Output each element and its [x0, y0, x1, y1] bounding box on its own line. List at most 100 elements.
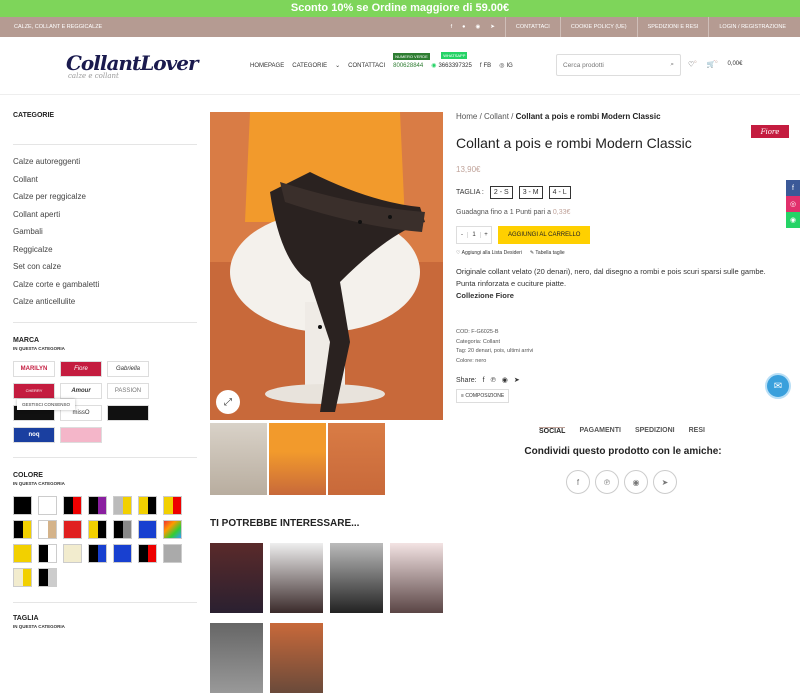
site-logo[interactable]: CollantLover calze e collant	[66, 51, 216, 80]
telegram-icon[interactable]: ➤	[514, 376, 520, 384]
qty-plus-button[interactable]: +	[481, 232, 491, 238]
color-swatch[interactable]	[38, 567, 57, 587]
color-swatch[interactable]	[63, 495, 82, 515]
sidebar-category[interactable]: Calze per reggicalze	[13, 192, 197, 210]
color-swatch[interactable]	[38, 543, 57, 563]
size-option[interactable]: 2 - S	[489, 186, 513, 199]
related-product[interactable]	[270, 543, 323, 613]
tab-resi[interactable]: RESI	[689, 427, 705, 435]
nav-phone-whatsapp[interactable]: WHATSAPP ◉ 3663397325	[431, 52, 472, 69]
color-swatch[interactable]	[88, 519, 107, 539]
brand-logo[interactable]: PASSION	[107, 382, 149, 399]
search-input[interactable]: Cerca prodotti ⌕	[556, 54, 681, 76]
color-swatch[interactable]	[113, 495, 132, 515]
qty-value[interactable]: 1	[467, 232, 481, 238]
tab-pagamenti[interactable]: PAGAMENTI	[579, 427, 620, 435]
sidebar-category[interactable]: Gambali	[13, 227, 197, 245]
product-main-image[interactable]: ⤢	[210, 112, 443, 420]
consent-button[interactable]: GESTISCI CONSENSO	[17, 399, 76, 410]
color-swatch[interactable]	[13, 543, 32, 563]
size-table-link[interactable]: ✎ Tabella taglie	[530, 250, 565, 256]
wishlist-heart-icon[interactable]: ♡0	[688, 59, 697, 68]
thumbnail[interactable]	[328, 423, 385, 495]
brand-logo[interactable]	[107, 404, 149, 421]
brand-logo[interactable]	[60, 426, 102, 443]
pinterest-icon[interactable]: ●	[462, 24, 465, 30]
pinterest-share-icon[interactable]: ℗	[595, 470, 619, 494]
brand-logo[interactable]: Gabriella	[107, 360, 149, 377]
related-product[interactable]	[390, 543, 443, 613]
brand-logo[interactable]: Amour	[60, 382, 102, 399]
quantity-stepper[interactable]: - 1 +	[456, 226, 492, 244]
color-swatch[interactable]	[88, 543, 107, 563]
thumbnail[interactable]	[210, 423, 267, 495]
wishlist-link[interactable]: ♡ Aggiungi alla Lista Desideri	[456, 250, 522, 256]
sidebar-category[interactable]: Calze autoreggenti	[13, 157, 197, 175]
color-swatch[interactable]	[63, 543, 82, 563]
telegram-icon[interactable]: ➤	[490, 24, 495, 30]
size-option[interactable]: 4 - L	[548, 186, 571, 199]
facebook-icon[interactable]: f	[451, 24, 453, 30]
whatsapp-icon[interactable]: ◉	[502, 376, 508, 384]
topbar-link-spedizioni[interactable]: SPEDIZIONI E RESI	[648, 24, 699, 30]
color-swatch[interactable]	[38, 519, 57, 539]
cart-icon[interactable]: 🛒0	[707, 59, 718, 68]
topbar-link-login[interactable]: LOGIN / REGISTRAZIONE	[719, 24, 786, 30]
topbar-link-contattaci[interactable]: CONTATTACI	[516, 24, 550, 30]
color-swatch[interactable]	[38, 495, 57, 515]
sidebar-category[interactable]: Reggicalze	[13, 245, 197, 263]
sidebar-category[interactable]: Collant	[13, 175, 197, 193]
whatsapp-icon[interactable]: ◉	[475, 24, 480, 30]
facebook-share-icon[interactable]: f	[566, 470, 590, 494]
sidebar-category[interactable]: Calze corte e gambaletti	[13, 280, 197, 298]
related-product[interactable]	[210, 623, 263, 693]
qty-minus-button[interactable]: -	[457, 232, 467, 238]
color-swatch[interactable]	[138, 543, 157, 563]
nav-instagram[interactable]: ◎ IG	[499, 62, 513, 70]
related-product[interactable]	[210, 543, 263, 613]
related-product[interactable]	[330, 543, 383, 613]
color-swatch[interactable]	[163, 519, 182, 539]
color-swatch[interactable]	[63, 519, 82, 539]
add-to-cart-button[interactable]: AGGIUNGI AL CARRELLO	[498, 226, 591, 244]
pinterest-icon[interactable]: ℗	[491, 377, 496, 384]
related-product[interactable]	[270, 623, 323, 693]
color-swatch[interactable]	[138, 495, 157, 515]
instagram-icon[interactable]: ◎	[786, 196, 800, 212]
thumbnail[interactable]	[269, 423, 326, 495]
sidebar-category[interactable]: Set con calze	[13, 262, 197, 280]
color-swatch[interactable]	[88, 495, 107, 515]
brand-logo[interactable]: MARILYN	[13, 360, 55, 377]
nav-homepage[interactable]: HOMEPAGE	[250, 63, 284, 69]
brand-logo[interactable]: noq	[13, 426, 55, 443]
color-swatch[interactable]	[138, 519, 157, 539]
telegram-share-icon[interactable]: ➤	[653, 470, 677, 494]
composition-button[interactable]: ≡ COMPOSIZIONE	[456, 389, 510, 403]
cart-total[interactable]: 0,00€	[727, 61, 742, 67]
message-icon[interactable]: ✉	[765, 373, 791, 399]
product-category[interactable]: Categoria: Collant	[456, 338, 776, 348]
product-tags[interactable]: Tag: 20 denari, pois, ultimi arrivi	[456, 347, 776, 357]
size-option[interactable]: 3 - M	[518, 186, 543, 199]
search-icon[interactable]: ⌕	[670, 61, 674, 69]
nav-facebook[interactable]: f FB	[480, 63, 491, 69]
brand-logo[interactable]: CHERRY	[13, 382, 55, 399]
facebook-icon[interactable]: f	[483, 377, 485, 384]
color-swatch[interactable]	[113, 519, 132, 539]
zoom-icon[interactable]: ⤢	[216, 390, 240, 414]
color-swatch[interactable]	[113, 543, 132, 563]
whatsapp-icon[interactable]: ◉	[786, 212, 800, 228]
nav-contattaci[interactable]: CONTATTACI	[348, 63, 385, 69]
tab-social[interactable]: SOCIAL	[539, 427, 566, 435]
topbar-link-cookie[interactable]: COOKIE POLICY (UE)	[571, 24, 627, 30]
color-swatch[interactable]	[13, 567, 32, 587]
breadcrumb-collant[interactable]: Collant	[484, 112, 509, 121]
nav-phone-verde[interactable]: NUMERO VERDE 800628844	[393, 52, 430, 69]
sidebar-category[interactable]: Calze anticellulite	[13, 297, 197, 315]
color-swatch[interactable]	[163, 495, 182, 515]
breadcrumb-home[interactable]: Home	[456, 112, 477, 121]
whatsapp-share-icon[interactable]: ◉	[624, 470, 648, 494]
nav-categorie[interactable]: CATEGORIE	[292, 63, 327, 69]
sidebar-category[interactable]: Collant aperti	[13, 210, 197, 228]
tab-spedizioni[interactable]: SPEDIZIONI	[635, 427, 675, 435]
